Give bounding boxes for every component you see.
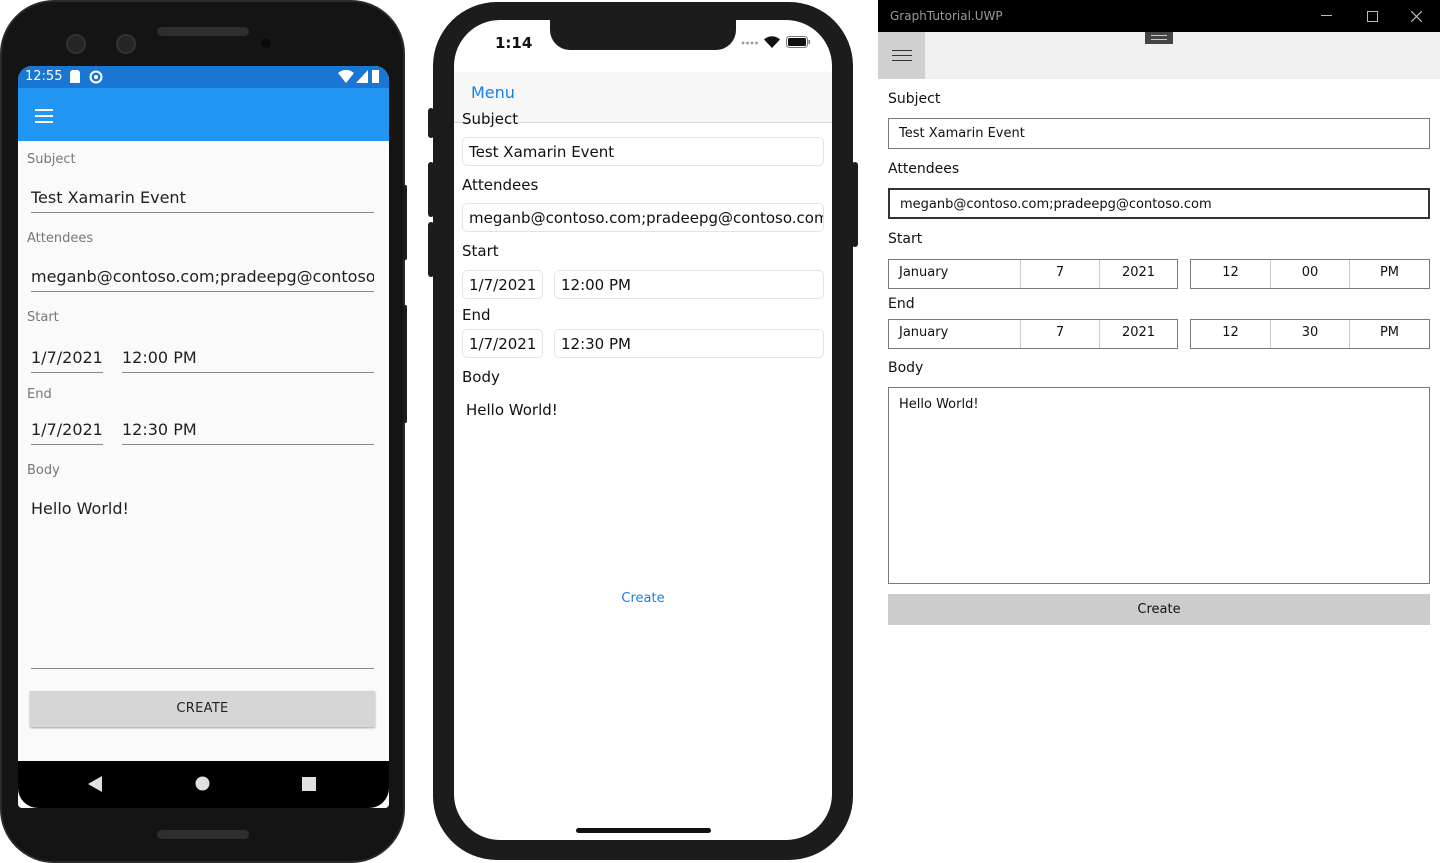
uwp-window-title: GraphTutorial.UWP <box>890 9 1003 23</box>
ios-end-label: End <box>462 306 491 324</box>
android-subject-label: Subject <box>27 152 76 167</box>
maximize-icon[interactable] <box>1367 11 1378 22</box>
recents-icon[interactable] <box>302 777 316 791</box>
android-power-button <box>403 185 407 260</box>
uwp-attendees-input[interactable]: meganb@contoso.com;pradeepg@contoso.com <box>888 188 1430 219</box>
uwp-subject-input[interactable]: Test Xamarin Event <box>888 118 1430 149</box>
android-status-time: 12:55 <box>25 69 63 84</box>
uwp-end-month[interactable]: January <box>889 320 1021 348</box>
ios-start-date-picker[interactable]: 1/7/2021 <box>462 270 543 299</box>
sync-icon <box>89 70 103 84</box>
ios-battery-icon <box>786 36 810 48</box>
android-end-label: End <box>27 387 52 402</box>
wifi-icon <box>338 70 354 83</box>
ios-wifi-icon <box>764 36 780 48</box>
ios-menu-button[interactable]: Menu <box>471 83 515 102</box>
android-body-label: Body <box>27 463 60 478</box>
uwp-subject-label: Subject <box>888 91 941 107</box>
ios-attendees-label: Attendees <box>462 176 539 194</box>
minimize-icon[interactable] <box>1321 15 1332 17</box>
uwp-body-editor[interactable]: Hello World! <box>888 387 1430 584</box>
android-volume-button <box>403 305 407 423</box>
uwp-body-label: Body <box>888 360 924 376</box>
android-create-button[interactable]: CREATE <box>30 691 375 727</box>
uwp-start-year[interactable]: 2021 <box>1100 260 1177 288</box>
ios-status-time: 1:14 <box>495 34 533 52</box>
back-icon[interactable] <box>88 776 102 792</box>
android-navigation-bar <box>18 761 389 808</box>
uwp-title-bar: GraphTutorial.UWP <box>878 0 1440 32</box>
uwp-end-year[interactable]: 2021 <box>1100 320 1177 348</box>
ios-subject-label: Subject <box>462 110 519 128</box>
android-front-camera <box>66 34 86 54</box>
uwp-start-hour[interactable]: 12 <box>1191 260 1271 288</box>
ios-body-label: Body <box>462 368 500 386</box>
ios-create-button[interactable]: Create <box>454 591 832 606</box>
android-attendees-input[interactable]: meganb@contoso.com;pradeepg@contoso.com <box>31 265 374 292</box>
android-start-date-picker[interactable]: 1/7/2021 <box>31 346 103 373</box>
uwp-start-month[interactable]: January <box>889 260 1021 288</box>
battery-icon <box>372 70 379 83</box>
sd-card-icon <box>70 70 80 83</box>
android-subject-input[interactable]: Test Xamarin Event <box>31 186 374 213</box>
uwp-attendees-label: Attendees <box>888 161 960 177</box>
android-body-editor[interactable]: Hello World! <box>31 497 374 669</box>
android-end-date-picker[interactable]: 1/7/2021 <box>31 418 103 445</box>
android-screen: 12:55 Subject Test Xamarin Event Attende… <box>18 66 389 808</box>
android-start-label: Start <box>27 310 59 325</box>
uwp-start-period[interactable]: PM <box>1350 260 1429 288</box>
ios-subject-input[interactable]: Test Xamarin Event <box>462 137 824 166</box>
uwp-start-label: Start <box>888 231 923 247</box>
uwp-start-time-picker[interactable]: 12 00 PM <box>1190 259 1430 289</box>
signal-icon <box>356 70 368 83</box>
uwp-end-label: End <box>888 296 915 312</box>
android-earpiece <box>157 27 249 36</box>
uwp-start-minute[interactable]: 00 <box>1271 260 1350 288</box>
ios-home-indicator[interactable] <box>576 828 711 833</box>
uwp-start-date-picker[interactable]: January 7 2021 <box>888 259 1178 289</box>
uwp-end-period[interactable]: PM <box>1350 320 1429 348</box>
ios-start-time-picker[interactable]: 12:00 PM <box>554 270 824 299</box>
uwp-end-date-picker[interactable]: January 7 2021 <box>888 319 1178 349</box>
uwp-drag-handle[interactable] <box>1145 32 1173 44</box>
uwp-end-hour[interactable]: 12 <box>1191 320 1271 348</box>
uwp-end-minute[interactable]: 30 <box>1271 320 1350 348</box>
ios-screen: 1:14 Menu Subject Test Xamarin Event Att… <box>454 20 832 840</box>
close-icon[interactable] <box>1411 11 1422 22</box>
android-proximity-sensor <box>261 38 271 48</box>
android-toolbar <box>18 88 389 141</box>
uwp-start-day[interactable]: 7 <box>1021 260 1100 288</box>
ios-end-date-picker[interactable]: 1/7/2021 <box>462 329 543 358</box>
home-icon[interactable] <box>195 776 210 791</box>
android-bottom-speaker <box>157 830 249 839</box>
android-start-time-picker[interactable]: 12:00 PM <box>122 346 374 373</box>
ios-signal-icon <box>741 41 758 45</box>
uwp-menu-button[interactable] <box>878 32 925 79</box>
ios-attendees-input[interactable]: meganb@contoso.com;pradeepg@contoso.com <box>462 203 824 232</box>
ios-end-time-picker[interactable]: 12:30 PM <box>554 329 824 358</box>
uwp-create-button[interactable]: Create <box>888 594 1430 625</box>
uwp-menu-icon <box>892 50 912 64</box>
ios-notch <box>550 20 736 50</box>
ios-start-label: Start <box>462 242 499 260</box>
uwp-end-day[interactable]: 7 <box>1021 320 1100 348</box>
android-end-time-picker[interactable]: 12:30 PM <box>122 418 374 445</box>
android-status-bar: 12:55 <box>18 66 389 88</box>
ios-body-editor[interactable]: Hello World! <box>466 401 820 571</box>
android-attendees-label: Attendees <box>27 231 94 246</box>
android-front-sensor <box>116 34 136 54</box>
android-menu-icon[interactable] <box>35 109 53 123</box>
uwp-end-time-picker[interactable]: 12 30 PM <box>1190 319 1430 349</box>
